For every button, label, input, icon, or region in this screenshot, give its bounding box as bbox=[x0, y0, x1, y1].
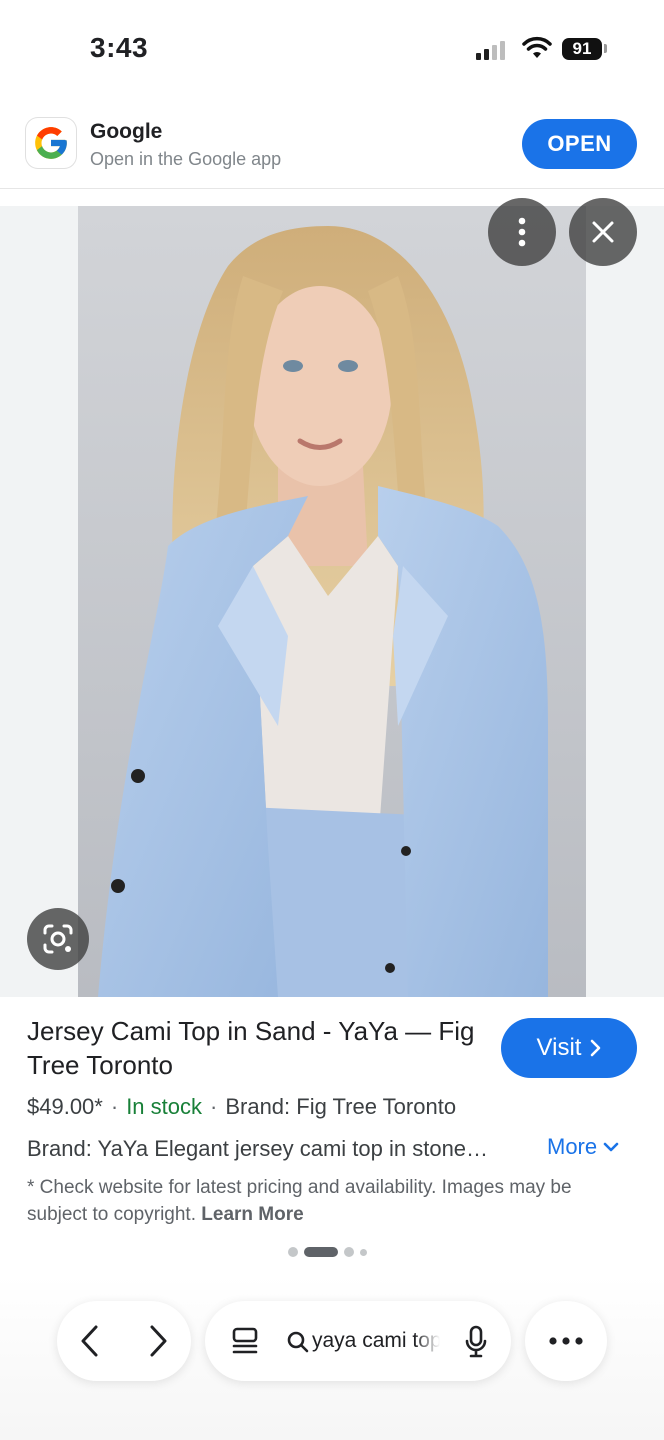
price: $49.00* bbox=[27, 1094, 103, 1119]
open-app-button[interactable]: OPEN bbox=[522, 119, 637, 169]
more-button[interactable]: More bbox=[547, 1134, 619, 1160]
price-row: $49.00* · In stock · Brand: Fig Tree Toronto bbox=[27, 1094, 457, 1119]
more-horiz-icon[interactable] bbox=[548, 1336, 584, 1346]
more-label: More bbox=[547, 1134, 598, 1159]
stock-status: In stock bbox=[126, 1094, 202, 1119]
search-query[interactable]: yaya cami top bbox=[312, 1329, 440, 1353]
banner-subtitle: Open in the Google app bbox=[90, 149, 282, 169]
lens-icon bbox=[43, 924, 73, 954]
back-icon[interactable] bbox=[78, 1324, 100, 1358]
pager-dot[interactable] bbox=[344, 1247, 354, 1257]
mic-icon[interactable] bbox=[464, 1325, 488, 1359]
app-banner[interactable]: Google Open in the Google app OPEN bbox=[0, 100, 664, 189]
product-description: Brand: YaYa Elegant jersey cami top in s… bbox=[27, 1136, 489, 1161]
more-options-button[interactable] bbox=[488, 198, 556, 266]
close-image-button[interactable] bbox=[569, 198, 637, 266]
pager-dot-active[interactable] bbox=[304, 1247, 338, 1257]
cellular-signal-icon bbox=[476, 40, 510, 60]
pager-dot[interactable] bbox=[360, 1248, 367, 1256]
image-viewer bbox=[0, 198, 664, 997]
product-photo[interactable] bbox=[78, 206, 586, 997]
visit-button[interactable]: Visit bbox=[501, 1018, 637, 1078]
status-bar: 3:43 91 bbox=[0, 0, 664, 100]
visit-label: Visit bbox=[536, 1034, 582, 1061]
product-title[interactable]: Jersey Cami Top in Sand - YaYa — Fig Tre… bbox=[27, 1014, 487, 1082]
forward-icon[interactable] bbox=[148, 1324, 170, 1358]
chevron-right-icon bbox=[591, 1039, 601, 1057]
battery-tip bbox=[604, 44, 607, 53]
close-icon bbox=[592, 221, 614, 243]
disclaimer: * Check website for latest pricing and a… bbox=[27, 1174, 627, 1228]
product-photo-illustration bbox=[78, 206, 586, 997]
battery-indicator: 91 bbox=[562, 38, 602, 60]
tabs-icon[interactable] bbox=[230, 1326, 260, 1356]
search-icon bbox=[287, 1331, 309, 1353]
google-logo bbox=[26, 118, 76, 168]
wifi-icon bbox=[522, 36, 552, 58]
carousel-pager bbox=[288, 1246, 367, 1258]
status-time: 3:43 bbox=[90, 32, 149, 63]
learn-more-link[interactable]: Learn More bbox=[201, 1204, 303, 1225]
more-vert-icon bbox=[518, 217, 526, 247]
pager-dot[interactable] bbox=[288, 1247, 298, 1257]
brand: Brand: Fig Tree Toronto bbox=[225, 1094, 457, 1119]
chevron-down-icon bbox=[603, 1142, 619, 1152]
banner-app-name: Google bbox=[90, 120, 163, 143]
lens-search-button[interactable] bbox=[27, 908, 89, 970]
